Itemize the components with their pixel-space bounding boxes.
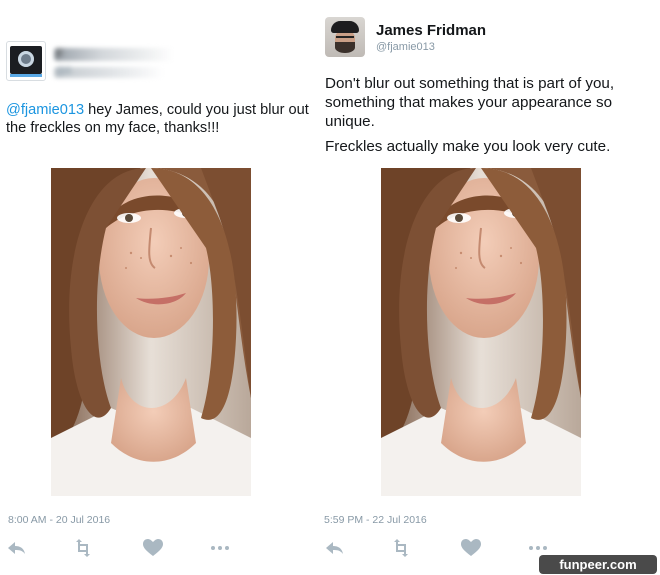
tweet-text: @fjamie013 hey James, could you just blu… bbox=[6, 101, 318, 137]
censored-author-handle: @fi bbox=[54, 66, 164, 78]
heart-icon[interactable] bbox=[142, 538, 164, 558]
author-avatar[interactable] bbox=[325, 17, 365, 57]
tweet-text: Don't blur out something that is part of… bbox=[325, 74, 658, 156]
retweet-icon[interactable] bbox=[72, 538, 94, 558]
tweet-timestamp[interactable]: 8:00 AM - 20 Jul 2016 bbox=[8, 514, 110, 526]
reply-icon[interactable] bbox=[6, 538, 28, 558]
retweet-icon[interactable] bbox=[390, 538, 412, 558]
reply-tweet: James Fridman @fjamie013 Don't blur out … bbox=[322, 0, 660, 575]
author-handle[interactable]: @fjamie013 bbox=[376, 41, 435, 53]
more-dots-icon[interactable] bbox=[209, 538, 231, 558]
heart-icon[interactable] bbox=[460, 538, 482, 558]
censored-author-name: F bbox=[54, 47, 174, 61]
site-watermark: funpeer.com bbox=[539, 555, 657, 574]
author-name[interactable]: James Fridman bbox=[376, 22, 486, 39]
reply-icon[interactable] bbox=[324, 538, 346, 558]
mention-link[interactable]: @fjamie013 bbox=[6, 102, 84, 118]
author-avatar[interactable] bbox=[6, 41, 46, 81]
tweet-paragraph-1: Don't blur out something that is part of… bbox=[325, 75, 615, 130]
tweet-paragraph-2: Freckles actually make you look very cut… bbox=[325, 138, 611, 155]
original-tweet: F @fi @fjamie013 hey James, could you ju… bbox=[0, 0, 322, 575]
tweet-photo[interactable] bbox=[51, 168, 251, 496]
tweet-timestamp[interactable]: 5:59 PM - 22 Jul 2016 bbox=[324, 514, 427, 526]
tweet-photo[interactable] bbox=[381, 168, 581, 496]
